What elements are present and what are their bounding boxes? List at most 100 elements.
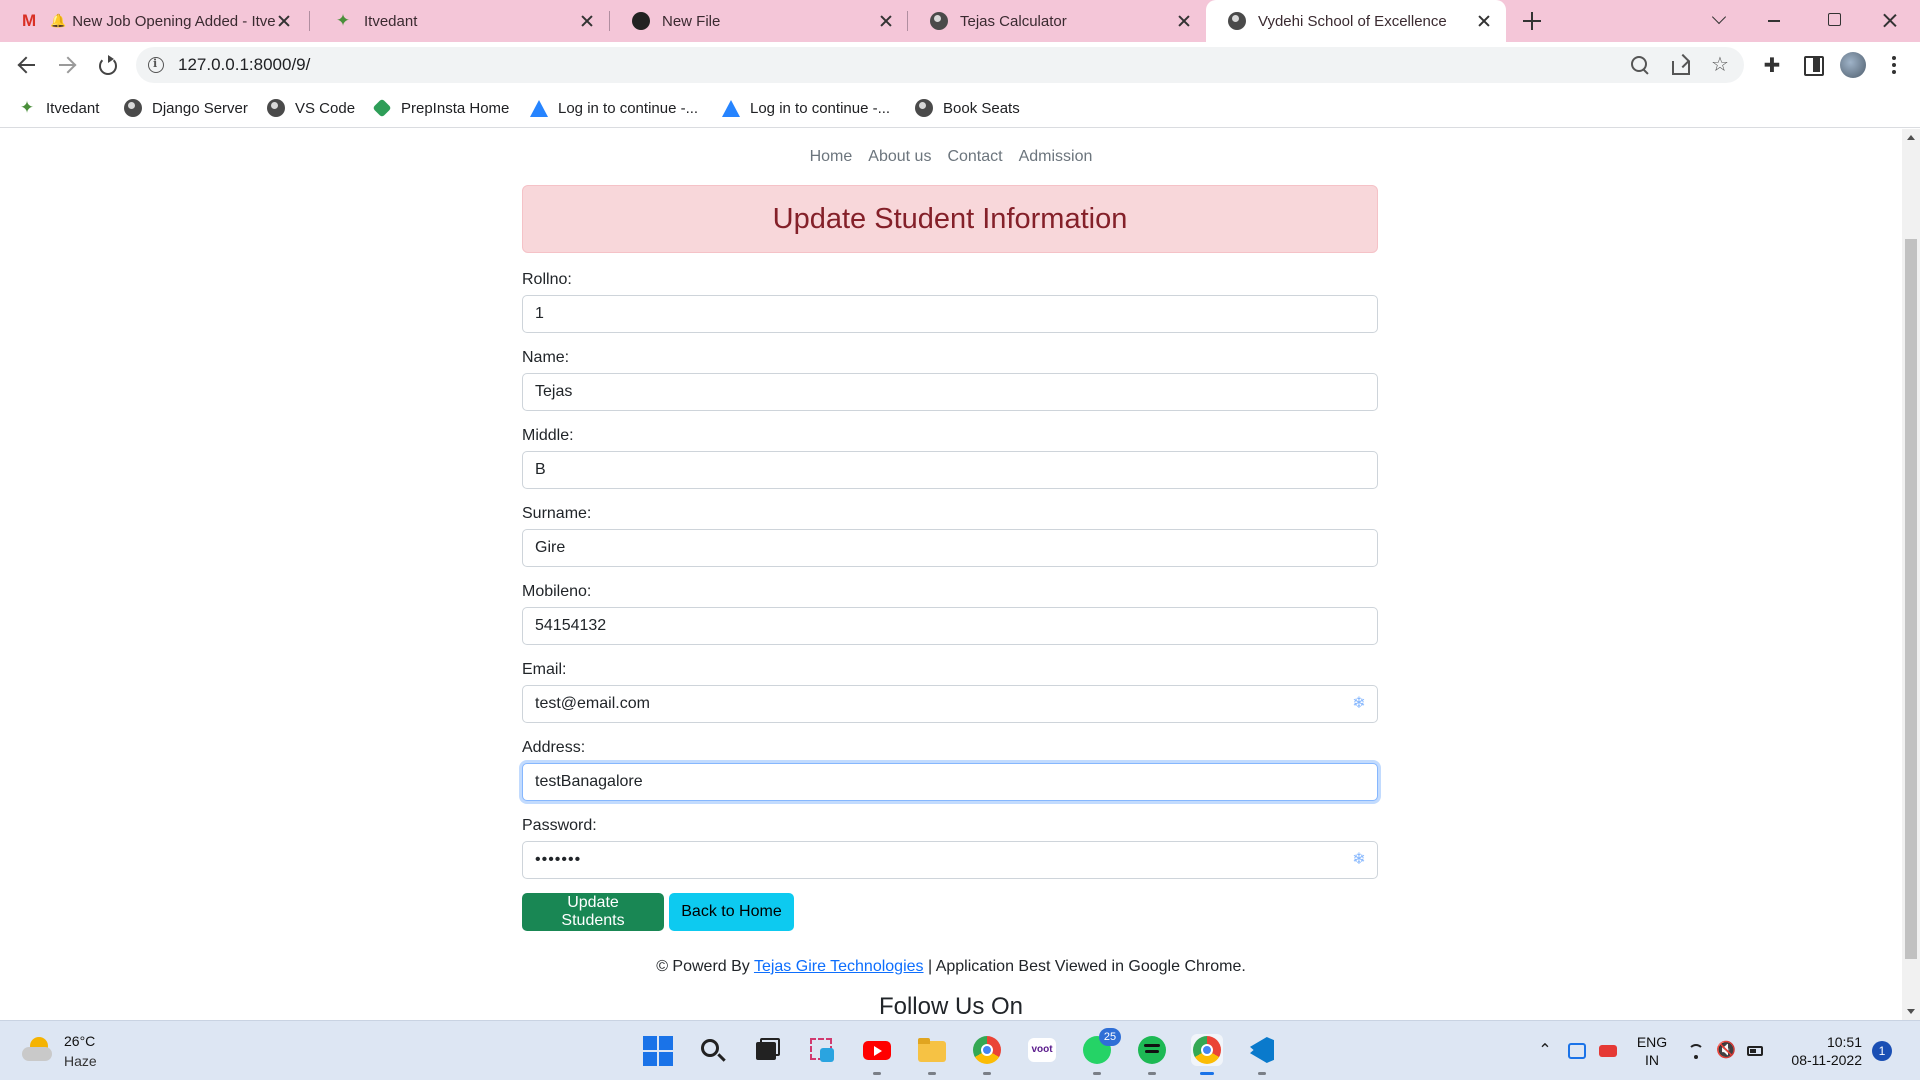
vscode-icon[interactable]	[1246, 1034, 1278, 1075]
input-language[interactable]: ENG IN	[1634, 1033, 1670, 1069]
mobileno-input[interactable]: 54154132	[522, 607, 1378, 645]
search-icon[interactable]	[696, 1034, 728, 1066]
autofill-key-icon[interactable]: ❄	[1351, 852, 1367, 868]
close-icon[interactable]	[1176, 13, 1192, 29]
bookmark-atlassian-login-1[interactable]: Log in to continue -...	[530, 98, 698, 118]
nav-link-admission[interactable]: Admission	[1019, 148, 1093, 166]
bookmark-star-icon[interactable]: ☆	[1710, 55, 1730, 75]
address-bar[interactable]: 127.0.0.1:8000/9/ ☆	[136, 47, 1744, 83]
zoom-icon[interactable]	[1630, 55, 1650, 75]
close-icon[interactable]	[276, 13, 292, 29]
bookmark-itvedant[interactable]: ✦ Itvedant	[18, 98, 100, 118]
password-value: •••••••	[535, 851, 582, 868]
update-students-button[interactable]: Update Students	[522, 893, 664, 931]
github-icon	[632, 12, 650, 30]
reload-icon[interactable]	[93, 51, 121, 79]
footer-credit: © Powerd By Tejas Gire Technologies | Ap…	[0, 958, 1902, 976]
bookmark-django-server[interactable]: Django Server	[124, 98, 248, 118]
back-arrow-icon[interactable]	[13, 51, 41, 79]
weather-temperature[interactable]: 26°C	[64, 1033, 95, 1049]
gmail-icon: M	[22, 11, 37, 30]
globe-icon	[267, 99, 285, 117]
globe-icon	[930, 12, 948, 30]
prepinsta-icon	[372, 98, 392, 118]
snipping-tool-icon[interactable]	[806, 1034, 838, 1066]
tab-tejas-calculator[interactable]: Tejas Calculator	[908, 0, 1206, 42]
tray-recorder-icon[interactable]	[1598, 1041, 1618, 1061]
field-label: Mobileno:	[522, 583, 592, 600]
weather-description[interactable]: Haze	[64, 1053, 97, 1069]
restore-icon[interactable]	[1804, 0, 1864, 42]
address-input[interactable]: testBanagalore	[522, 763, 1378, 801]
scroll-down-icon[interactable]	[1907, 1009, 1915, 1014]
bookmark-prepinsta-home[interactable]: PrepInsta Home	[372, 98, 509, 118]
extensions-puzzle-icon[interactable]: ✚	[1760, 53, 1784, 77]
close-icon[interactable]	[878, 13, 894, 29]
footer-prefix: © Powerd By	[656, 958, 754, 975]
field-password: Password: ••••••• ❄	[522, 799, 1378, 879]
tab-vydehi-school[interactable]: Vydehi School of Excellence	[1206, 0, 1506, 42]
tab-title: Itvedant	[364, 12, 418, 30]
close-icon[interactable]	[1476, 13, 1492, 29]
youtube-icon[interactable]	[861, 1034, 893, 1075]
atlassian-icon	[722, 99, 740, 117]
scroll-up-icon[interactable]	[1907, 135, 1915, 140]
file-explorer-icon[interactable]	[916, 1034, 948, 1075]
surname-input[interactable]: Gire	[522, 529, 1378, 567]
side-panel-icon[interactable]	[1801, 53, 1825, 77]
autofill-key-icon[interactable]: ❄	[1351, 696, 1367, 712]
middle-input[interactable]: B	[522, 451, 1378, 489]
start-windows-icon[interactable]	[641, 1034, 673, 1066]
window-close-icon[interactable]	[1860, 0, 1920, 42]
chrome-profile-icon[interactable]	[1191, 1034, 1223, 1075]
password-input[interactable]: ••••••• ❄	[522, 841, 1378, 879]
nav-link-contact[interactable]: Contact	[947, 148, 1002, 166]
tab-itvedant[interactable]: ✦ Itvedant	[312, 0, 609, 42]
butterfly-icon: ✦	[335, 11, 351, 30]
back-to-home-button[interactable]: Back to Home	[669, 893, 794, 931]
nav-link-home[interactable]: Home	[810, 148, 853, 166]
site-info-icon[interactable]	[148, 57, 164, 73]
bookmark-atlassian-login-2[interactable]: Log in to continue -...	[722, 98, 890, 118]
page-viewport: Home About us Contact Admission Update S…	[0, 129, 1902, 1020]
name-input[interactable]: Tejas	[522, 373, 1378, 411]
menu-kebab-icon[interactable]	[1882, 53, 1906, 77]
weather-haze-icon[interactable]	[22, 1035, 52, 1065]
tab-new-file[interactable]: New File	[610, 0, 908, 42]
voot-icon[interactable]: voot	[1026, 1034, 1058, 1066]
rollno-input[interactable]: 1	[522, 295, 1378, 333]
task-view-icon[interactable]	[751, 1034, 783, 1066]
forward-arrow-icon[interactable]	[53, 51, 81, 79]
profile-avatar[interactable]	[1840, 52, 1866, 78]
page-scrollbar[interactable]	[1902, 129, 1920, 1020]
clock-time: 10:51	[1826, 1034, 1862, 1050]
region-code: IN	[1645, 1052, 1659, 1068]
bookmark-book-seats[interactable]: Book Seats	[915, 98, 1020, 118]
share-icon[interactable]	[1670, 55, 1690, 75]
battery-icon[interactable]	[1746, 1041, 1766, 1061]
tab-gmail[interactable]: M 🔔 New Job Opening Added - Itvedant	[0, 0, 306, 42]
new-tab-plus-icon[interactable]	[1520, 9, 1544, 33]
close-icon[interactable]	[579, 13, 595, 29]
tray-app-icon[interactable]	[1567, 1041, 1587, 1061]
globe-icon	[1228, 12, 1246, 30]
bookmark-label: VS Code	[295, 99, 356, 117]
tray-chevron-up-icon[interactable]: ⌃	[1535, 1041, 1555, 1061]
field-rollno: Rollno: 1	[522, 253, 1378, 333]
nav-link-about[interactable]: About us	[868, 148, 931, 166]
volume-muted-icon[interactable]: 🔇	[1716, 1041, 1736, 1061]
wifi-icon[interactable]	[1686, 1041, 1706, 1061]
system-clock[interactable]: 10:51 08-11-2022	[1780, 1033, 1862, 1069]
minimize-icon[interactable]	[1744, 0, 1804, 42]
chrome-icon[interactable]	[971, 1034, 1003, 1075]
tab-separator	[309, 11, 310, 31]
whatsapp-icon[interactable]: 25	[1081, 1028, 1121, 1075]
url-text: 127.0.0.1:8000/9/	[178, 55, 311, 74]
scroll-thumb[interactable]	[1905, 239, 1917, 959]
tab-search-chevron-icon[interactable]	[1690, 0, 1750, 42]
spotify-icon[interactable]	[1136, 1034, 1168, 1075]
email-input[interactable]: test@email.com ❄	[522, 685, 1378, 723]
notification-count-badge[interactable]: 1	[1872, 1041, 1892, 1061]
footer-company-link[interactable]: Tejas Gire Technologies	[754, 958, 924, 975]
bookmark-vs-code[interactable]: VS Code	[267, 98, 355, 118]
